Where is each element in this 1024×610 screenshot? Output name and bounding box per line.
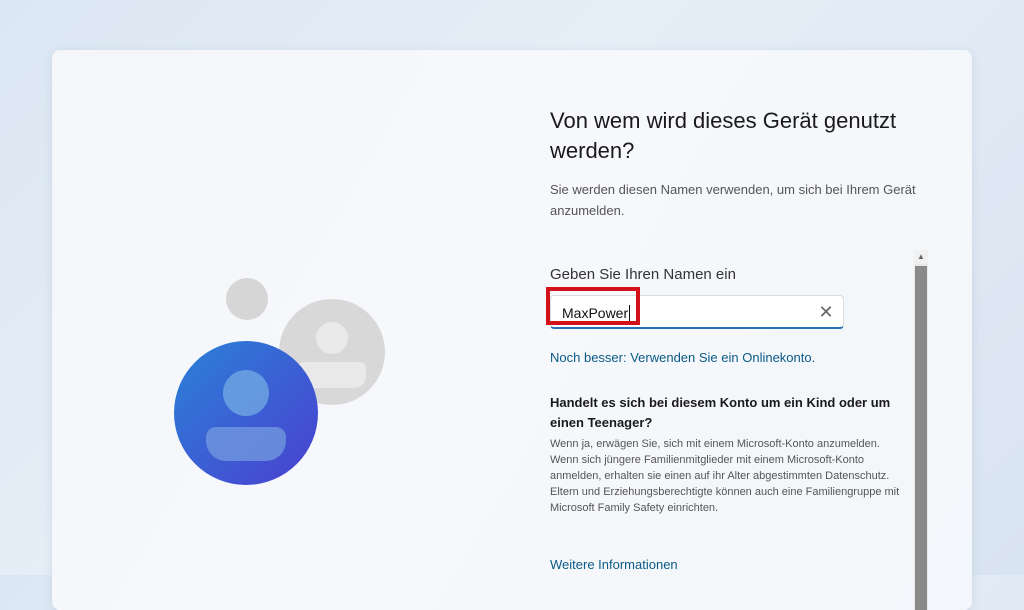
primary-user-icon — [174, 341, 318, 485]
name-highlight-box — [546, 287, 640, 325]
name-field-label: Geben Sie Ihren Namen ein — [550, 266, 736, 283]
small-circle-icon — [226, 278, 268, 320]
page-subtitle: Sie werden diesen Namen verwenden, um si… — [550, 182, 916, 218]
scrollbar[interactable]: ▲ — [914, 250, 928, 610]
page-title: Von wem wird dieses Gerät genutzt werden… — [550, 108, 897, 163]
setup-card: Von wem wird dieses Gerät genutzt werden… — [52, 50, 972, 610]
close-icon[interactable]: ✕ — [815, 301, 837, 323]
child-section-heading: Handelt es sich bei diesem Konto um ein … — [550, 395, 891, 430]
online-account-link[interactable]: Noch besser: Verwenden Sie ein Onlinekon… — [550, 350, 815, 365]
user-illustration — [174, 278, 385, 485]
scroll-thumb[interactable] — [915, 266, 927, 610]
more-info-link[interactable]: Weitere Informationen — [550, 557, 678, 572]
scroll-up-arrow-icon[interactable]: ▲ — [914, 250, 928, 264]
child-section-body: Wenn ja, erwägen Sie, sich mit einem Mic… — [550, 438, 900, 514]
